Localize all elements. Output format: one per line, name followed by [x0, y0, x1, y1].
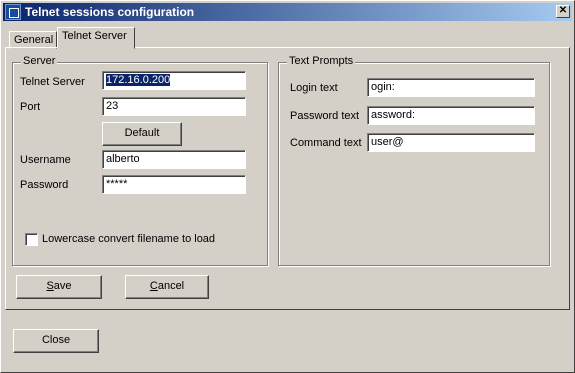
text-prompts-group-legend: Text Prompts [287, 55, 356, 67]
password-label: Password [20, 179, 69, 191]
username-field[interactable]: alberto [102, 150, 246, 169]
telnet-server-label: Telnet Server [20, 76, 85, 88]
login-text-label: Login text [290, 82, 338, 94]
server-group-legend: Server [21, 55, 58, 67]
telnet-server-field[interactable]: 172.16.0.200 [102, 71, 246, 90]
username-label: Username [20, 154, 71, 166]
port-field[interactable]: 23 [102, 97, 246, 116]
window-title: Telnet sessions configuration [25, 5, 195, 19]
default-button[interactable]: Default [102, 122, 182, 146]
cancel-button[interactable]: Cancel [125, 275, 209, 299]
close-button[interactable]: Close [13, 329, 99, 353]
login-text-field[interactable]: ogin: [367, 78, 535, 97]
password-field[interactable]: ***** [102, 175, 246, 194]
app-icon [5, 4, 21, 20]
save-button[interactable]: Save [16, 275, 102, 299]
lowercase-checkbox-label[interactable]: Lowercase convert filename to load [42, 233, 215, 245]
close-icon[interactable]: ✕ [556, 5, 570, 18]
tab-telnet-server[interactable]: Telnet Server [57, 27, 135, 49]
port-label: Port [20, 101, 41, 113]
password-text-field[interactable]: assword: [367, 106, 535, 125]
lowercase-checkbox[interactable] [25, 233, 38, 246]
dialog-window: Telnet sessions configuration ✕ General … [0, 0, 575, 373]
command-text-label: Command text [290, 137, 362, 149]
command-text-field[interactable]: user@ [367, 133, 535, 152]
title-bar[interactable]: Telnet sessions configuration ✕ [3, 3, 572, 21]
password-text-label: Password text [290, 110, 360, 122]
